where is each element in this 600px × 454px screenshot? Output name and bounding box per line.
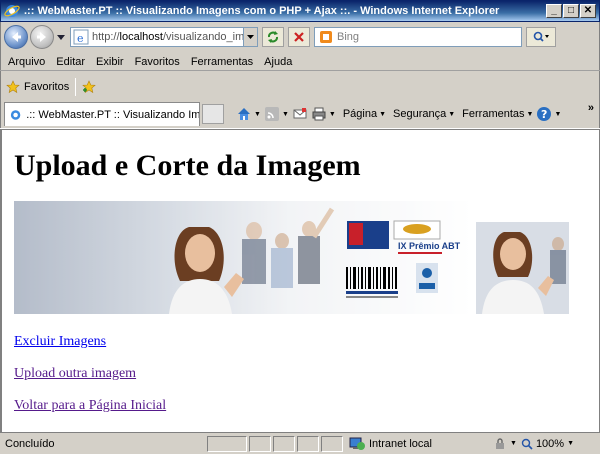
address-url[interactable]: http://localhost/visualizando_imag [92,31,243,43]
mail-button[interactable] [292,106,308,122]
intranet-globe-icon [349,437,365,450]
refresh-button[interactable] [262,27,284,47]
separator [75,78,77,96]
menu-editar[interactable]: Editar [56,56,85,68]
tools-menu-label: Ferramentas [462,108,525,120]
status-bar: Concluído Intranet local ▼ 100% ▼ [0,432,600,454]
address-bar[interactable]: e http://localhost/visualizando_imag [70,27,258,47]
banner-crop-image [476,222,569,314]
lock-icon [496,437,504,449]
search-button[interactable] [526,27,556,47]
stop-button[interactable] [288,27,310,47]
banner-image: IX Prêmio ABT [14,201,472,314]
status-pane [297,435,319,452]
chevron-right-icon[interactable]: » [588,102,594,114]
rss-feed-icon [264,107,279,121]
favorites-bar: Favoritos [0,76,600,98]
chevron-down-icon [57,34,65,40]
menu-exibir[interactable]: Exibir [96,56,124,68]
home-icon [238,108,250,120]
zoom-level: 100% [535,437,565,450]
history-dropdown[interactable] [56,32,66,42]
search-icon [533,31,549,42]
address-row: e http://localhost/visualizando_imag Bin… [0,22,600,52]
help-button[interactable]: ? ▼ [536,106,561,122]
svg-text:e: e [77,32,84,45]
mail-icon [293,108,307,119]
home-button[interactable]: ▼ [236,106,261,122]
minimize-button[interactable]: _ [546,4,562,18]
upload-another-image-link[interactable]: Upload outra imagem [14,366,136,382]
back-button[interactable] [4,25,28,49]
stop-icon [294,32,304,42]
refresh-icon [268,31,278,43]
zoom-icon [521,438,533,450]
zoom-button[interactable]: 100% ▼ [521,438,574,450]
safety-menu-button[interactable]: Segurança ▼ [389,108,455,120]
status-text: Concluído [5,437,55,450]
favorites-button[interactable]: Favoritos [6,80,69,94]
status-pane [207,435,247,452]
zone-label: Intranet local [369,437,432,450]
page-menu-button[interactable]: Página ▼ [339,108,386,120]
window-titlebar: .:: WebMaster.PT :: Visualizando Imagens… [0,0,600,22]
svg-text:?: ? [541,108,547,121]
protected-mode-button[interactable]: ▼ [493,437,517,451]
star-icon [6,80,20,94]
tools-menu-button[interactable]: Ferramentas ▼ [458,108,533,120]
back-arrow-icon [12,32,21,42]
close-button[interactable]: ✕ [580,4,596,18]
menu-favoritos[interactable]: Favoritos [135,56,180,68]
favorites-label: Favoritos [24,81,70,93]
tab-row: .:: WebMaster.PT :: Visualizando Im... ▼… [0,100,600,128]
search-placeholder: Bing [337,31,360,43]
prize-label: IX Prêmio ABT [398,241,461,251]
menu-bar: Arquivo Editar Exibir Favoritos Ferramen… [0,53,600,71]
status-pane [249,435,271,452]
chevron-down-icon [247,35,254,39]
add-favorite-button[interactable] [82,80,97,94]
status-pane [321,435,343,452]
new-tab-button[interactable] [202,104,224,124]
print-button[interactable]: ▼ [311,106,336,122]
tab-title: .:: WebMaster.PT :: Visualizando Im... [26,108,199,121]
ie-logo-icon [4,5,20,17]
back-to-home-link[interactable]: Voltar para a Página Inicial [14,398,166,414]
security-zone[interactable]: Intranet local [349,437,489,451]
ie-page-icon: e [73,29,89,45]
bing-icon [320,31,332,43]
help-icon: ? [537,107,552,121]
menu-ajuda[interactable]: Ajuda [264,56,292,68]
ie-page-icon [10,109,21,120]
forward-arrow-icon [37,32,46,42]
page-heading: Upload e Corte da Imagem [14,149,361,182]
window-title: .:: WebMaster.PT :: Visualizando Imagens… [24,5,500,17]
page-content: Upload e Corte da Imagem IX Prêmio ABT E… [0,129,600,432]
page-menu-label: Página [342,108,378,120]
feeds-button[interactable]: ▼ [264,106,289,122]
menu-arquivo[interactable]: Arquivo [8,56,45,68]
forward-button[interactable] [30,25,54,49]
address-dropdown-button[interactable] [243,28,257,46]
maximize-button[interactable]: □ [563,4,579,18]
printer-icon [312,107,326,121]
add-favorite-icon [82,80,97,94]
tab-current[interactable]: .:: WebMaster.PT :: Visualizando Im... [4,102,200,126]
delete-images-link[interactable]: Excluir Imagens [14,334,106,350]
search-box[interactable]: Bing [314,27,522,47]
status-pane [273,435,295,452]
safety-menu-label: Segurança [393,108,447,120]
menu-ferramentas[interactable]: Ferramentas [191,56,253,68]
